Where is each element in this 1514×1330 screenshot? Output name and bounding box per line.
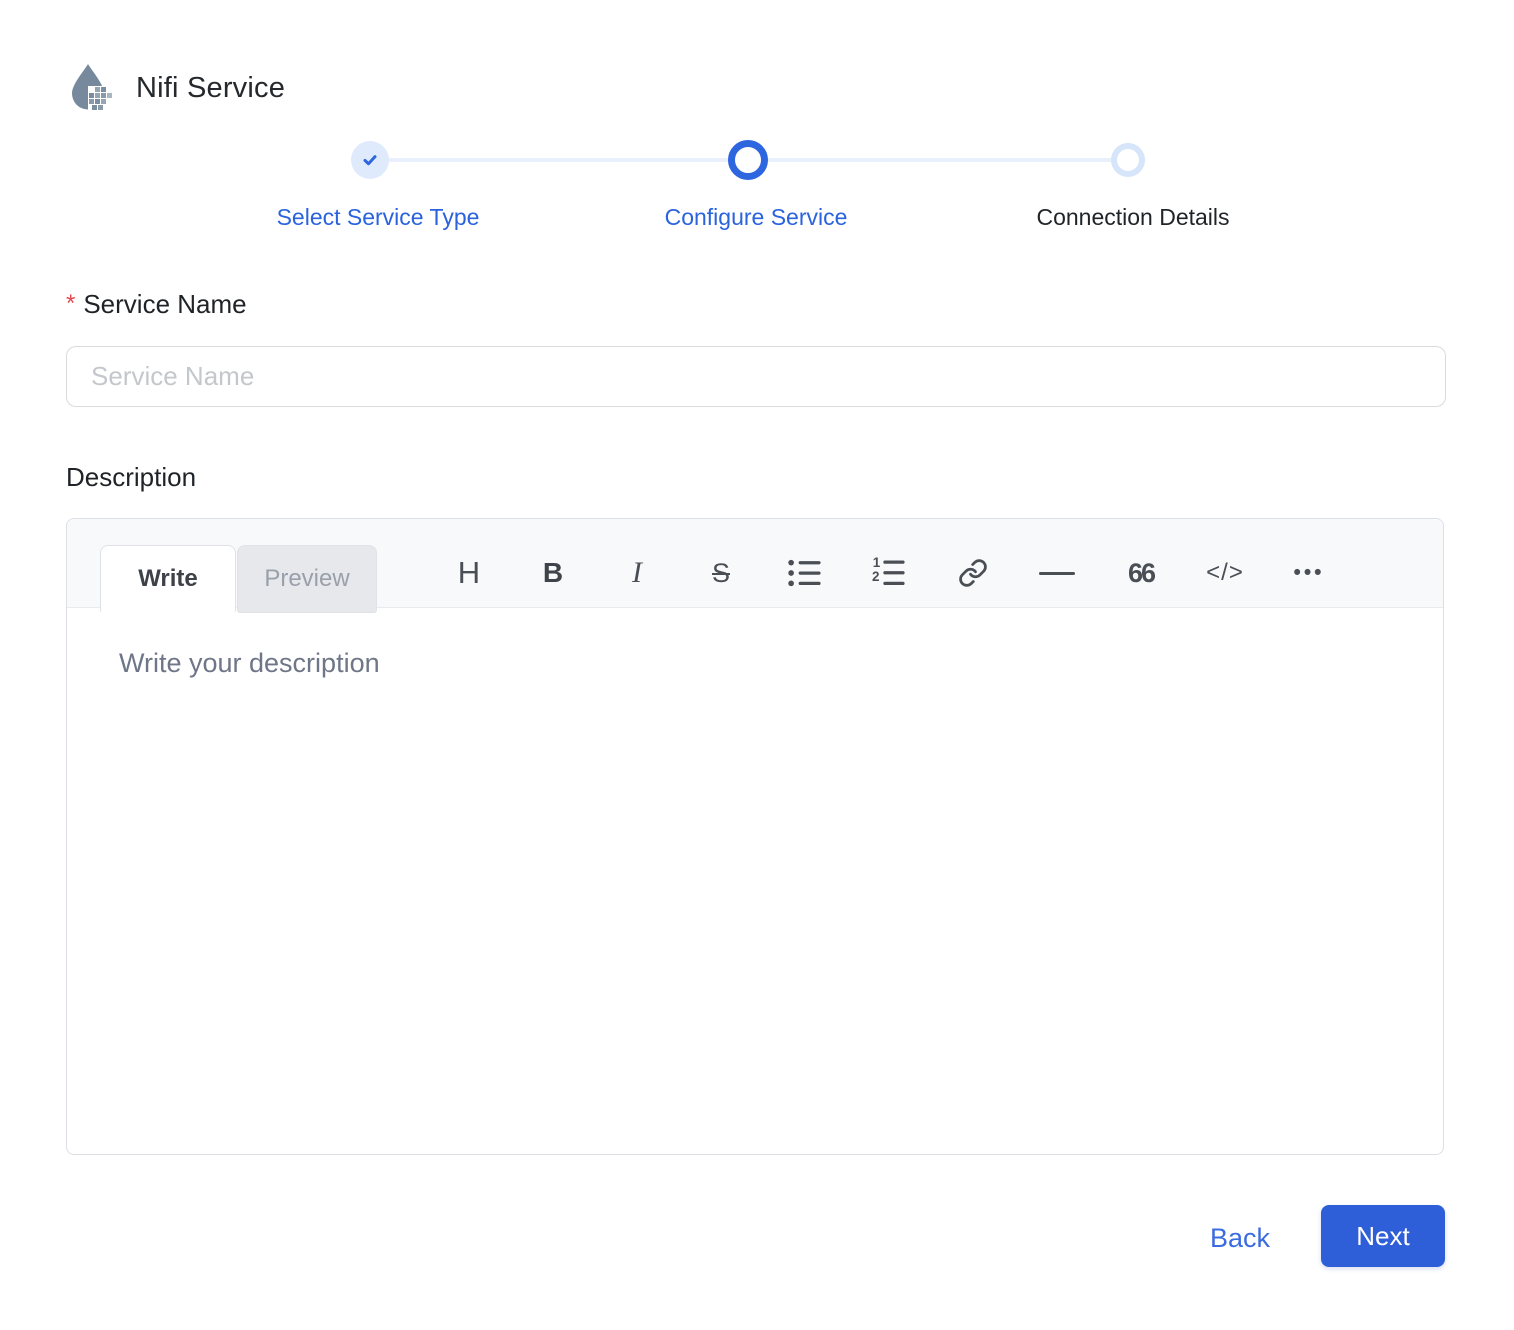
svg-text:2: 2: [872, 569, 879, 584]
horizontal-rule-icon: [1039, 571, 1075, 575]
description-input[interactable]: [67, 608, 1443, 1155]
italic-icon: I: [632, 556, 642, 589]
step-connection-details-indicator: [1111, 143, 1145, 177]
strikethrough-icon: S: [711, 557, 730, 588]
required-asterisk: *: [66, 290, 76, 317]
step-configure-service-indicator: [728, 140, 768, 180]
link-icon: [959, 559, 987, 587]
step-select-service-type-indicator: [351, 141, 389, 179]
page-title: Nifi Service: [136, 71, 286, 104]
link-button[interactable]: [951, 549, 995, 597]
wizard-stepper: Select Service Type Configure Service Co…: [0, 138, 1514, 238]
next-button[interactable]: Next: [1321, 1205, 1445, 1267]
tab-preview[interactable]: Preview: [237, 545, 377, 613]
editor-write-area: [67, 608, 1443, 1155]
heading-button[interactable]: H: [447, 549, 491, 597]
step-label-configure-service[interactable]: Configure Service: [665, 204, 848, 231]
service-name-label-text: Service Name: [83, 289, 247, 319]
italic-button[interactable]: I: [615, 549, 659, 597]
page-header: Nifi Service: [64, 62, 285, 114]
quote-button[interactable]: 66: [1119, 549, 1163, 597]
editor-toolbar-buttons: H B I S 1 2 66 </> •••: [447, 547, 1331, 599]
more-button[interactable]: •••: [1287, 549, 1331, 597]
bulleted-list-button[interactable]: [783, 549, 827, 597]
nifi-droplet-icon: [72, 64, 112, 110]
numbered-list-button[interactable]: 1 2: [867, 549, 911, 597]
description-label: Description: [66, 462, 197, 492]
heading-icon: H: [457, 555, 481, 590]
code-icon: </>: [1206, 559, 1244, 586]
tab-write[interactable]: Write: [100, 545, 236, 613]
nifi-service-wizard-page: Nifi Service Select Service Type Configu…: [0, 0, 1514, 1330]
description-editor: Write Preview H B I S 1 2 66 </> ••• Wri…: [66, 518, 1444, 1155]
back-button[interactable]: Back: [1180, 1218, 1300, 1258]
quote-icon: 66: [1127, 557, 1156, 588]
editor-tabs: Write Preview: [100, 545, 377, 613]
checkmark-icon: [363, 155, 377, 166]
step-label-select-service-type[interactable]: Select Service Type: [277, 204, 480, 231]
more-icon: •••: [1293, 561, 1325, 584]
horizontal-rule-button[interactable]: [1035, 549, 1079, 597]
step-label-connection-details[interactable]: Connection Details: [1036, 204, 1229, 231]
code-button[interactable]: </>: [1203, 549, 1247, 597]
bold-button[interactable]: B: [531, 549, 575, 597]
service-name-input[interactable]: [66, 346, 1446, 407]
bold-icon: B: [542, 557, 564, 588]
service-name-label: * Service Name: [66, 289, 247, 320]
numbered-list-icon: 1 2: [872, 557, 905, 586]
bulleted-list-icon: [788, 559, 821, 587]
strikethrough-button[interactable]: S: [699, 549, 743, 597]
editor-toolbar: Write Preview H B I S 1 2 66 </> •••: [67, 519, 1443, 613]
